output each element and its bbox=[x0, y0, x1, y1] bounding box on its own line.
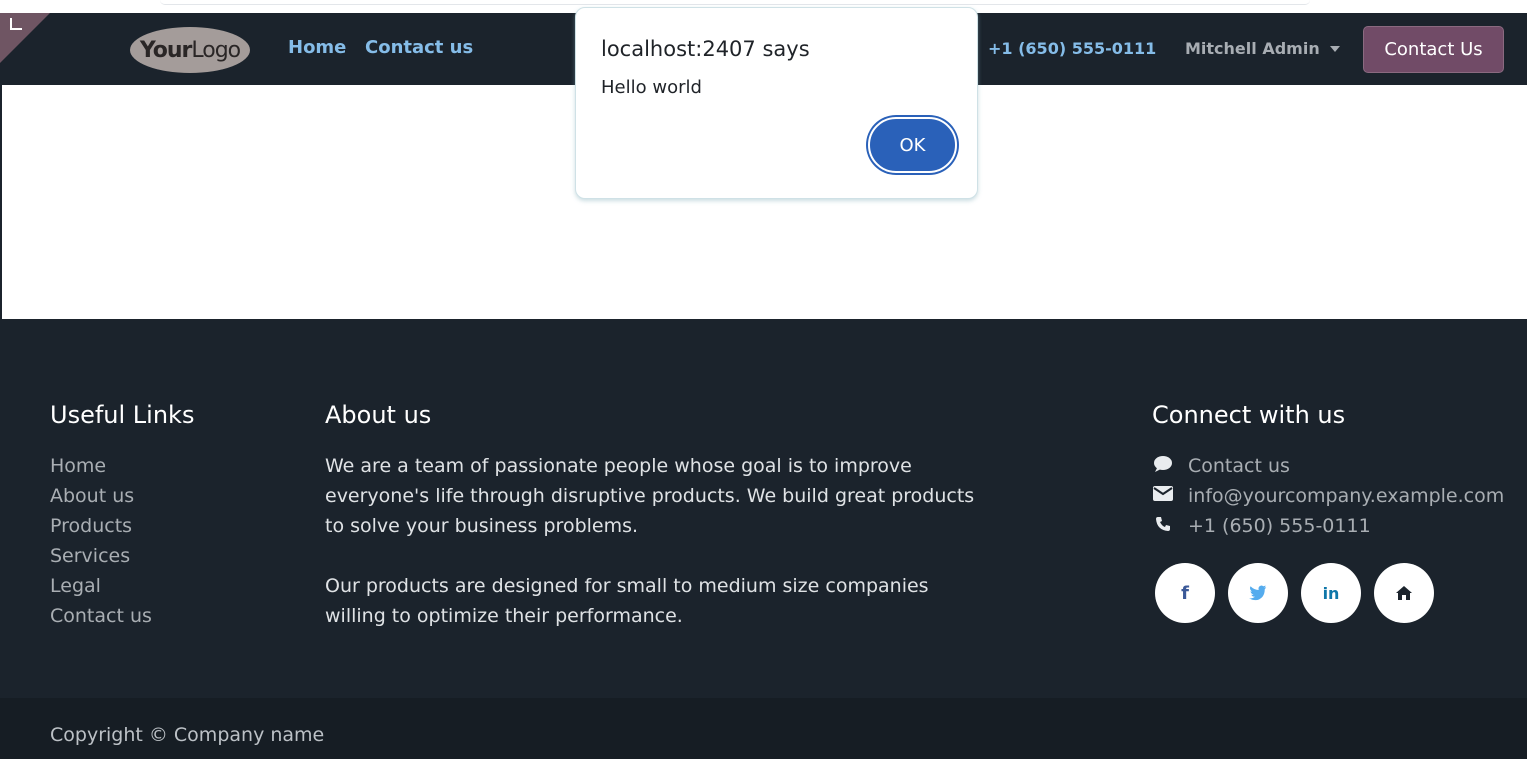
about-heading: About us bbox=[325, 401, 432, 429]
user-menu[interactable]: Mitchell Admin bbox=[1185, 39, 1340, 58]
facebook-icon[interactable]: f bbox=[1155, 563, 1215, 623]
connect-heading: Connect with us bbox=[1152, 401, 1346, 429]
nav-phone[interactable]: +1 (650) 555-0111 bbox=[988, 39, 1156, 58]
connect-contact-label: Contact us bbox=[1188, 455, 1290, 477]
social-links: f in bbox=[1155, 563, 1434, 623]
copyright-bar: Copyright © Company name bbox=[0, 698, 1527, 759]
envelope-icon bbox=[1152, 486, 1174, 506]
connect-email-label: info@yourcompany.example.com bbox=[1188, 485, 1505, 507]
connect-phone-label: +1 (650) 555-0111 bbox=[1188, 515, 1371, 537]
dialog-message: Hello world bbox=[601, 77, 702, 98]
left-edge-line bbox=[0, 85, 2, 319]
connect-item-phone[interactable]: +1 (650) 555-0111 bbox=[1152, 511, 1504, 541]
useful-links-heading: Useful Links bbox=[50, 401, 195, 429]
about-paragraph-1: We are a team of passionate people whose… bbox=[325, 455, 975, 537]
footer-link-legal[interactable]: Legal bbox=[50, 571, 152, 601]
alert-dialog: localhost:2407 says Hello world OK bbox=[575, 7, 978, 199]
site-logo[interactable]: Your Logo bbox=[130, 27, 250, 73]
footer-link-products[interactable]: Products bbox=[50, 511, 152, 541]
caret-down-icon bbox=[1329, 45, 1340, 52]
copyright-text: Copyright © Company name bbox=[50, 724, 325, 746]
about-text: We are a team of passionate people whose… bbox=[325, 451, 985, 631]
user-name: Mitchell Admin bbox=[1185, 39, 1320, 58]
about-paragraph-2: Our products are designed for small to m… bbox=[325, 575, 929, 627]
twitter-icon[interactable] bbox=[1228, 563, 1288, 623]
connect-item-contact[interactable]: Contact us bbox=[1152, 451, 1504, 481]
corner-arrow-icon bbox=[10, 18, 22, 30]
footer-link-about[interactable]: About us bbox=[50, 481, 152, 511]
nav-link-contact[interactable]: Contact us bbox=[365, 37, 473, 58]
linkedin-icon[interactable]: in bbox=[1301, 563, 1361, 623]
connect-list: Contact us info@yourcompany.example.com … bbox=[1152, 451, 1504, 541]
connect-item-email[interactable]: info@yourcompany.example.com bbox=[1152, 481, 1504, 511]
footer-link-services[interactable]: Services bbox=[50, 541, 152, 571]
logo-bold-text: Your bbox=[139, 37, 193, 63]
dialog-title: localhost:2407 says bbox=[601, 37, 810, 61]
useful-links-list: Home About us Products Services Legal Co… bbox=[50, 451, 152, 631]
footer: Useful Links Home About us Products Serv… bbox=[0, 319, 1527, 698]
footer-link-contact[interactable]: Contact us bbox=[50, 601, 152, 631]
nav-link-home[interactable]: Home bbox=[288, 37, 346, 58]
edit-corner-ribbon[interactable] bbox=[0, 13, 50, 63]
contact-us-button[interactable]: Contact Us bbox=[1363, 26, 1504, 73]
home-icon[interactable] bbox=[1374, 563, 1434, 623]
phone-icon bbox=[1152, 516, 1174, 537]
comment-icon bbox=[1152, 455, 1174, 478]
top-shadow bbox=[160, 0, 1310, 5]
footer-link-home[interactable]: Home bbox=[50, 451, 152, 481]
ok-button[interactable]: OK bbox=[868, 117, 957, 173]
logo-light-text: Logo bbox=[191, 37, 241, 63]
